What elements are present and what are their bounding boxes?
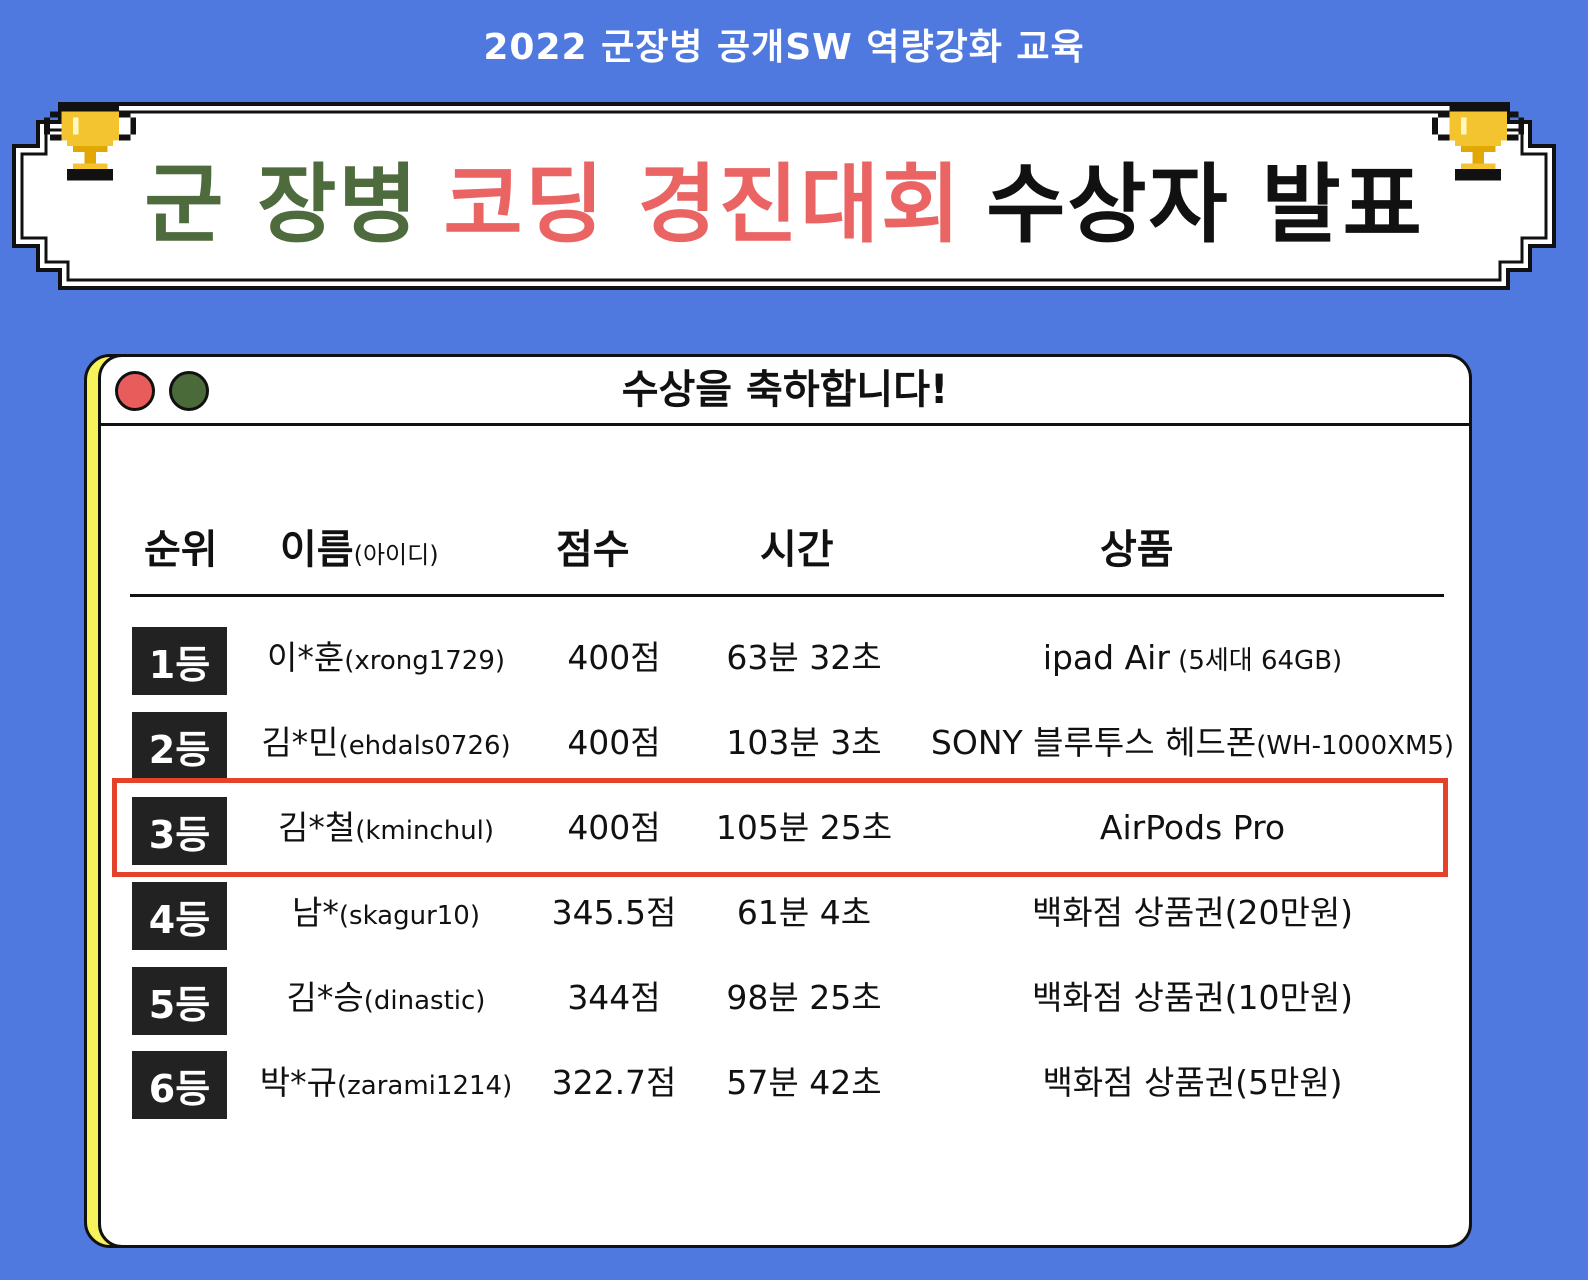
rank-badge: 6등 (132, 1051, 227, 1119)
winner-prize: 백화점 상품권(5만원) (1042, 1063, 1343, 1102)
winner-prize: 백화점 상품권(20만원) (1031, 893, 1354, 932)
winner-time: 63분 32초 (726, 638, 882, 677)
winner-score: 322.7점 (551, 1063, 677, 1102)
rank-badge: 4등 (132, 882, 227, 950)
winner-score: 400점 (567, 723, 661, 762)
event-subtitle: 2022 군장병 공개SW 역량강화 교육 (483, 27, 1085, 68)
header-score: 점수 (556, 527, 630, 573)
title-banner: 군 장병 코딩 경진대회 수상자 발표 (10, 100, 1558, 292)
winner-prize: 백화점 상품권(10만원) (1031, 978, 1354, 1017)
winner-name: 박*규(zarami1214) (259, 1063, 513, 1102)
rank-badge: 5등 (132, 967, 227, 1035)
winner-score: 345.5점 (551, 893, 677, 932)
header-name: 이름(아이디) (280, 527, 439, 573)
page-title: 군 장병 코딩 경진대회 수상자 발표 (10, 100, 1558, 292)
winner-name: 김*승(dinastic) (286, 978, 486, 1017)
highlight-box (112, 778, 1448, 877)
winner-time: 57분 42초 (726, 1063, 882, 1102)
winner-name: 김*민(ehdals0726) (261, 723, 511, 762)
winner-time: 61분 4초 (736, 893, 872, 932)
winner-time: 98분 25초 (726, 978, 882, 1017)
winner-score: 344점 (567, 978, 661, 1017)
title-part-3: 수상자 발표 (986, 154, 1424, 255)
rank-badge: 1등 (132, 627, 227, 695)
winner-name: 이*훈(xrong1729) (266, 638, 506, 677)
rank-badge: 2등 (132, 712, 227, 780)
title-part-2: 코딩 경진대회 (443, 154, 963, 255)
winner-prize: SONY 블루투스 헤드폰(WH-1000XM5) (930, 723, 1455, 762)
winner-prize: ipad Air (5세대 64GB) (1042, 638, 1343, 677)
winner-score: 400점 (567, 638, 661, 677)
header-divider (130, 594, 1444, 597)
header-prize: 상품 (1100, 527, 1174, 573)
header-time: 시간 (760, 527, 834, 573)
winner-time: 103분 3초 (726, 723, 882, 762)
title-part-1: 군 장병 (144, 154, 420, 255)
window-titlebar: 수상을 축하합니다! (101, 357, 1469, 426)
header-rank: 순위 (144, 527, 218, 573)
window-title: 수상을 축하합니다! (621, 367, 949, 413)
winner-name: 남*(skagur10) (292, 893, 480, 932)
